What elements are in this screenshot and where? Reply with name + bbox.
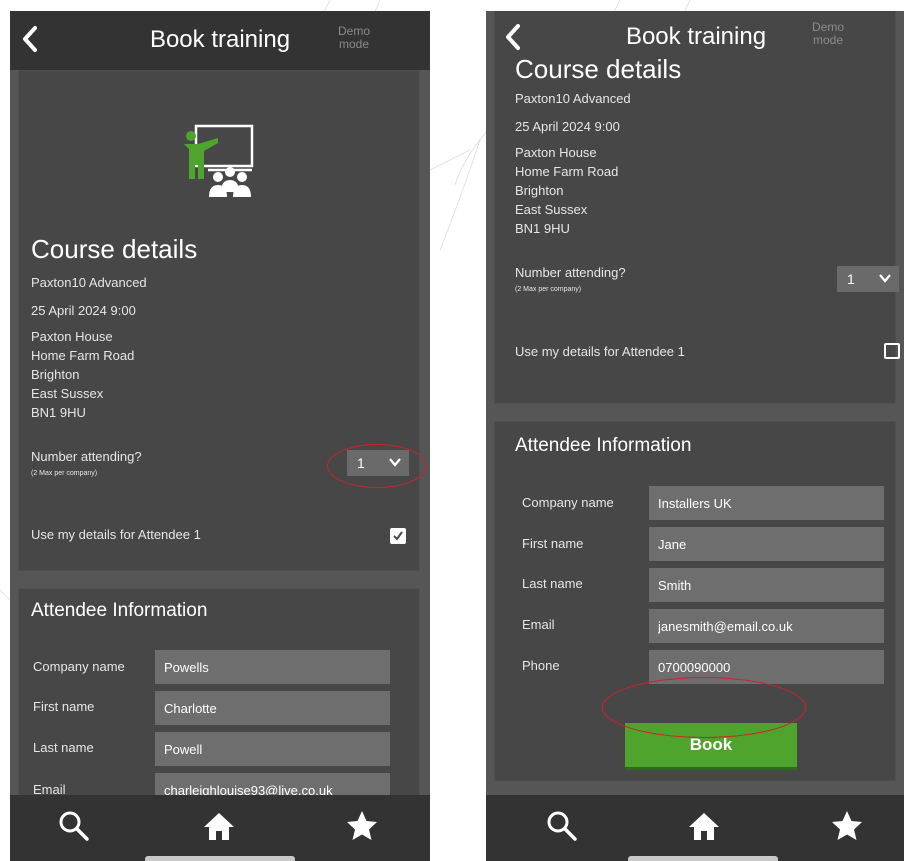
course-datetime: 25 April 2024 9:00 [31,303,136,318]
use-my-details-checkbox[interactable] [884,343,900,359]
address-line: Home Farm Road [515,164,619,179]
address-line: Paxton House [31,329,113,344]
number-attending-select[interactable]: 1 [347,450,409,476]
email-input[interactable] [155,773,390,795]
field-label: Company name [33,659,125,674]
top-bar: Book training Demo mode [10,11,430,70]
address-line: East Sussex [31,386,104,401]
number-attending-value: 1 [847,271,855,287]
field-label: Email [33,782,66,795]
chevron-down-icon [389,458,401,467]
phone-screen-left: Book training Demo mode Course details P… [10,11,430,861]
use-my-details-label: Use my details for Attendee 1 [515,344,685,359]
field-label: First name [522,536,584,551]
course-details-title: Course details [515,54,682,84]
field-label: Last name [33,740,94,755]
address-line: East Sussex [515,202,588,217]
address-line: BN1 9HU [515,221,570,236]
course-name: Paxton10 Advanced [515,91,631,106]
attendee-information-title: Attendee Information [31,600,208,621]
address-line: BN1 9HU [31,405,86,420]
book-button[interactable]: Book [625,723,797,767]
attendee-information-card: Attendee Information Company name First … [494,421,896,781]
top-bar: Book training Demo mode [486,11,904,51]
home-indicator [145,856,295,861]
scroll-area[interactable]: Course details Paxton10 Advanced 25 Apri… [10,70,430,795]
field-label: Company name [522,495,614,510]
checkmark-icon [393,531,403,541]
course-name: Paxton10 Advanced [31,275,147,290]
use-my-details-label: Use my details for Attendee 1 [31,527,201,542]
address-line: Brighton [515,183,564,198]
field-label: Phone [522,658,560,673]
demo-mode-label[interactable]: Demo mode [338,25,370,51]
address-line: Paxton House [515,145,597,160]
chevron-down-icon [879,274,891,283]
course-details-card: Course details Paxton10 Advanced 25 Apri… [494,11,900,404]
number-attending-sublabel: (2 Max per company) [31,470,98,477]
search-icon[interactable] [545,809,579,843]
use-my-details-checkbox[interactable] [390,528,406,544]
last-name-input[interactable] [155,732,390,766]
bottom-nav [486,795,904,861]
number-attending-select[interactable]: 1 [837,266,899,292]
home-icon[interactable] [202,809,236,843]
search-icon[interactable] [57,809,91,843]
number-attending-label: Number attending? [515,265,626,280]
first-name-input[interactable] [155,691,390,725]
star-icon[interactable] [830,809,864,843]
attendee-information-title: Attendee Information [515,435,692,456]
course-details-card: Course details Paxton10 Advanced 25 Apri… [18,70,420,571]
number-attending-sublabel: (2 Max per company) [515,286,582,293]
home-icon[interactable] [687,809,721,843]
scroll-area[interactable]: Course details Paxton10 Advanced 25 Apri… [486,11,904,795]
email-input[interactable] [649,609,884,643]
company-name-input[interactable] [649,486,884,520]
field-label: Last name [522,576,583,591]
last-name-input[interactable] [649,568,884,602]
address-line: Brighton [31,367,80,382]
number-attending-value: 1 [357,455,365,471]
address-line: Home Farm Road [31,348,135,363]
bottom-nav [10,795,430,861]
demo-mode-label[interactable]: Demo mode [812,21,844,47]
number-attending-label: Number attending? [31,449,142,464]
first-name-input[interactable] [649,527,884,561]
training-icon [184,124,254,197]
company-name-input[interactable] [155,650,390,684]
course-details-title: Course details [31,234,198,264]
phone-screen-right: Course details Paxton10 Advanced 25 Apri… [486,11,904,861]
star-icon[interactable] [345,809,379,843]
field-label: Email [522,617,555,632]
attendee-information-card: Attendee Information Company name First … [18,588,420,795]
course-datetime: 25 April 2024 9:00 [515,119,620,134]
phone-input[interactable] [649,650,884,684]
field-label: First name [33,699,95,714]
home-indicator [628,856,778,861]
